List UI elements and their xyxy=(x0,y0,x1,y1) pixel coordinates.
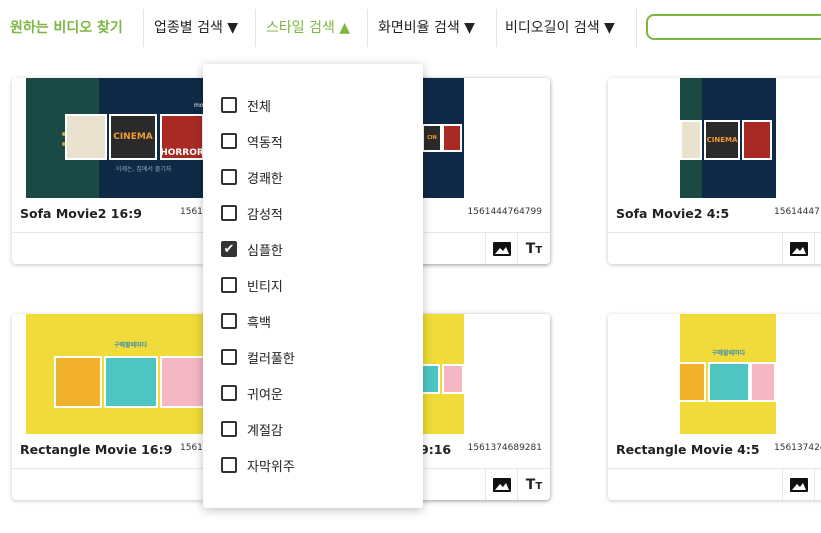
video-thumbnail[interactable]: CIN xyxy=(412,78,550,198)
style-option-black-white[interactable]: 흑백 xyxy=(221,310,271,332)
thumb-background: 구매할때마다 xyxy=(678,314,776,434)
card-photo xyxy=(104,356,158,408)
checkbox[interactable] xyxy=(221,133,237,149)
divider xyxy=(143,9,144,47)
image-icon[interactable] xyxy=(485,469,518,500)
video-title: Rectangle Movie 16:9 xyxy=(20,442,173,457)
video-card[interactable]: CINEMA Sofa Movie2 4:5 15614447 xyxy=(608,78,821,264)
divider xyxy=(496,9,497,47)
check-icon: ✔ xyxy=(223,241,235,257)
video-title: Sofa Movie2 4:5 xyxy=(616,206,730,221)
checkbox[interactable] xyxy=(221,349,237,365)
card-footer xyxy=(608,468,821,500)
style-option-seasonal[interactable]: 계절감 xyxy=(221,418,283,440)
style-option-cheerful[interactable]: 경쾌한 xyxy=(221,166,283,188)
card-footer xyxy=(608,232,821,264)
shopper-photo xyxy=(750,362,776,402)
checkbox[interactable] xyxy=(221,205,237,221)
video-card[interactable]: 구매할때마다 Rectangle Movie 4:5 1561374247 xyxy=(608,314,821,500)
shopper-photo xyxy=(160,356,208,408)
checkbox[interactable] xyxy=(221,385,237,401)
style-option-all[interactable]: 전체 xyxy=(221,94,271,116)
horror-poster: HORROR xyxy=(160,114,204,160)
horror-poster xyxy=(442,124,462,152)
style-option-cute[interactable]: 귀여운 xyxy=(221,382,283,404)
image-icon[interactable] xyxy=(782,233,815,264)
cinema-poster: CINEMA xyxy=(109,114,157,160)
video-card[interactable]: CIN 1561444764799 TT xyxy=(412,78,550,264)
industry-filter-button[interactable]: 업종별 검색 ▼ xyxy=(154,17,238,37)
checkbox-checked[interactable]: ✔ xyxy=(221,241,237,257)
checkbox[interactable] xyxy=(221,97,237,113)
video-card[interactable]: 9:16 1561374689281 TT xyxy=(412,314,550,500)
image-icon[interactable] xyxy=(485,233,518,264)
video-id: 1561374247 xyxy=(774,443,821,453)
style-filter-button[interactable]: 스타일 검색 ▲ xyxy=(266,17,350,37)
divider xyxy=(367,9,368,47)
video-thumbnail[interactable]: 구매할때마다 xyxy=(608,314,821,434)
checkbox[interactable] xyxy=(221,313,237,329)
card-footer: TT xyxy=(412,232,550,264)
style-option-simple[interactable]: ✔ 심플한 xyxy=(221,238,283,260)
style-option-subtitle-focused[interactable]: 자막위주 xyxy=(221,454,295,476)
search-input[interactable] xyxy=(646,14,821,40)
text-size-icon[interactable]: TT xyxy=(517,469,550,500)
video-title: Rectangle Movie 4:5 xyxy=(616,442,760,457)
style-filter-dropdown: 전체 역동적 경쾌한 감성적 ✔ 심플한 빈티지 흑백 컬러풀한 귀여운 계절감… xyxy=(203,64,423,508)
checkbox[interactable] xyxy=(221,169,237,185)
cinema-poster: CIN xyxy=(422,124,442,152)
aspect-ratio-filter-button[interactable]: 화면비율 검색 ▼ xyxy=(378,17,475,37)
video-thumbnail[interactable] xyxy=(412,314,550,434)
shopper-photo xyxy=(678,362,706,402)
style-option-emotional[interactable]: 감성적 xyxy=(221,202,283,224)
video-title: 9:16 xyxy=(420,442,452,457)
filter-bar: 원하는 비디오 찾기 업종별 검색 ▼ 스타일 검색 ▲ 화면비율 검색 ▼ 비… xyxy=(0,0,821,52)
text-size-icon[interactable] xyxy=(814,469,821,500)
style-option-dynamic[interactable]: 역동적 xyxy=(221,130,283,152)
divider xyxy=(255,9,256,47)
text-size-icon[interactable] xyxy=(814,233,821,264)
video-id: 15614447 xyxy=(774,207,820,217)
divider xyxy=(636,9,637,47)
checkbox[interactable] xyxy=(221,277,237,293)
text-size-icon[interactable]: TT xyxy=(517,233,550,264)
horror-poster xyxy=(742,120,772,160)
shopper-photo xyxy=(442,364,464,394)
find-video-title: 원하는 비디오 찾기 xyxy=(10,20,123,36)
video-id: 1561444764799 xyxy=(467,207,542,217)
video-id: 1561374689281 xyxy=(467,443,542,453)
checkbox[interactable] xyxy=(221,421,237,437)
cinema-poster: CINEMA xyxy=(704,120,740,160)
card-footer: TT xyxy=(412,468,550,500)
style-option-colorful[interactable]: 컬러풀한 xyxy=(221,346,295,368)
film-poster xyxy=(65,114,107,160)
film-poster xyxy=(680,120,702,160)
checkbox[interactable] xyxy=(221,457,237,473)
style-option-vintage[interactable]: 빈티지 xyxy=(221,274,283,296)
video-title: Sofa Movie2 16:9 xyxy=(20,206,142,221)
image-icon[interactable] xyxy=(782,469,815,500)
video-thumbnail[interactable]: CINEMA xyxy=(608,78,821,198)
thumb-background: CINEMA xyxy=(680,78,776,198)
shopper-photo xyxy=(54,356,102,408)
card-photo xyxy=(708,362,750,402)
video-length-filter-button[interactable]: 비디오길이 검색 ▼ xyxy=(505,17,615,37)
